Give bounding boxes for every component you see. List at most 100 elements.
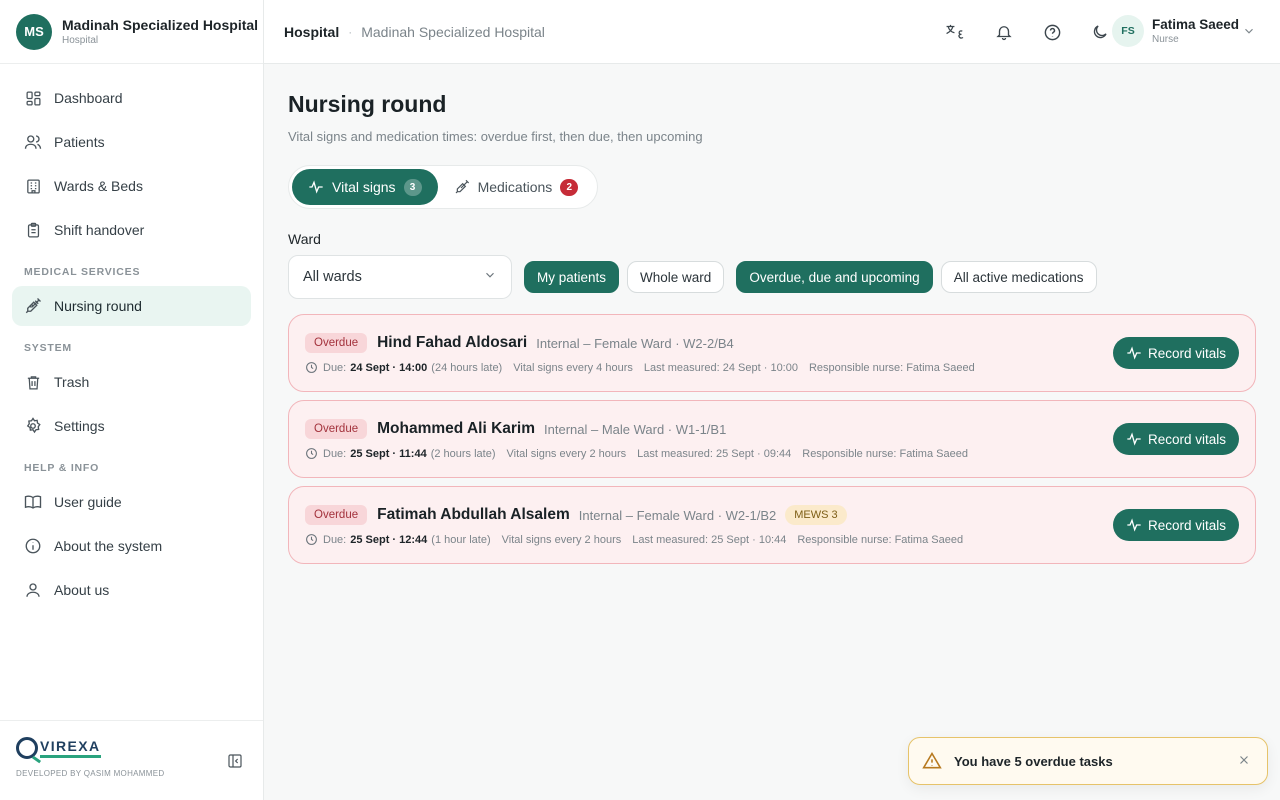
ward-label: Ward	[288, 231, 321, 247]
sidebar-item-patients[interactable]: Patients	[12, 122, 251, 162]
record-vitals-button[interactable]: Record vitals	[1112, 509, 1239, 541]
sidebar-item-shift-handover[interactable]: Shift handover	[12, 210, 251, 250]
sidebar-item-user-guide[interactable]: User guide	[12, 482, 251, 522]
user-role: Nurse	[1152, 34, 1179, 45]
brand-header[interactable]: MS Madinah Specialized Hospital Hospital	[0, 0, 263, 64]
user-icon	[24, 581, 42, 599]
patient-name[interactable]: Mohammed Ali Karim	[377, 420, 535, 438]
language-icon[interactable]	[944, 20, 968, 44]
task-card: Overdue Hind Fahad Aldosari Internal – F…	[288, 314, 1256, 392]
patient-location: Internal – Male Ward · W1-1/B1	[544, 421, 727, 437]
sidebar-item-wards-beds[interactable]: Wards & Beds	[12, 166, 251, 206]
avatar: FS	[1112, 15, 1144, 47]
sidebar-item-about-us[interactable]: About us	[12, 570, 251, 610]
building-icon	[24, 177, 42, 195]
filter-all-active-medications[interactable]: All active medications	[940, 261, 1097, 293]
sidebar-item-label: Patients	[54, 134, 105, 150]
filter-row: All wards My patients Whole ward Overdue…	[288, 255, 1256, 299]
brand-name: Madinah Specialized Hospital	[62, 17, 259, 33]
user-name: Fatima Saeed	[1152, 17, 1240, 32]
dashboard-icon	[24, 89, 42, 107]
virexa-wordmark: VIREXA	[40, 738, 101, 758]
responsible-nurse-text: Responsible nurse: Fatima Saeed	[797, 533, 964, 546]
book-icon	[24, 493, 42, 511]
frequency-text: Vital signs every 2 hours	[501, 533, 622, 546]
button-label: Record vitals	[1147, 431, 1226, 447]
ward-select[interactable]: All wards	[288, 255, 512, 299]
section-help-info: HELP & INFO	[24, 462, 100, 474]
section-medical-services: MEDICAL SERVICES	[24, 266, 141, 278]
filter-my-patients[interactable]: My patients	[524, 261, 620, 293]
tab-label: Medications	[477, 179, 553, 195]
filter-whole-ward[interactable]: Whole ward	[627, 261, 725, 293]
topbar: Hospital · Madinah Specialized Hospital …	[264, 0, 1280, 64]
patient-location: Internal – Female Ward · W2-2/B4	[536, 335, 734, 351]
sidebar-item-trash[interactable]: Trash	[12, 362, 251, 402]
last-measured-text: Last measured: 25 Sept · 10:44	[632, 533, 787, 546]
sidebar-item-about-system[interactable]: About the system	[12, 526, 251, 566]
status-badge: Overdue	[305, 419, 368, 439]
due-label: Due:	[323, 533, 347, 546]
syringe-icon	[24, 297, 42, 315]
task-card: Overdue Fatimah Abdullah Alsalem Interna…	[288, 486, 1256, 564]
sidebar-item-label: About the system	[54, 538, 163, 554]
sidebar-item-label: Dashboard	[54, 90, 123, 106]
status-badge: Overdue	[305, 333, 368, 353]
due-time: 24 Sept · 14:00	[350, 361, 428, 374]
sidebar-item-label: Nursing round	[54, 298, 142, 314]
help-icon[interactable]	[1040, 20, 1064, 44]
toast-message: You have 5 overdue tasks	[954, 753, 1113, 769]
patient-name[interactable]: Fatimah Abdullah Alsalem	[377, 506, 570, 524]
tab-label: Vital signs	[332, 179, 396, 195]
tab-count-badge: 2	[560, 178, 579, 196]
sidebar: MS Madinah Specialized Hospital Hospital…	[0, 0, 264, 800]
sidebar-item-dashboard[interactable]: Dashboard	[12, 78, 251, 118]
record-vitals-button[interactable]: Record vitals	[1112, 423, 1239, 455]
collapse-sidebar-icon[interactable]	[227, 753, 243, 769]
breadcrumb-root[interactable]: Hospital	[284, 24, 339, 40]
clipboard-icon	[24, 221, 42, 239]
user-menu[interactable]: FS Fatima Saeed Nurse	[1112, 15, 1256, 47]
moon-icon[interactable]	[1088, 20, 1112, 44]
patient-name[interactable]: Hind Fahad Aldosari	[377, 334, 527, 352]
virexa-q-mark	[16, 737, 38, 759]
last-measured-text: Last measured: 25 Sept · 09:44	[637, 447, 792, 460]
sidebar-item-label: User guide	[54, 494, 122, 510]
status-badge: Overdue	[305, 505, 368, 525]
info-icon	[24, 537, 42, 555]
breadcrumb-current: Madinah Specialized Hospital	[361, 23, 545, 40]
warning-icon	[922, 751, 942, 771]
main-content: Nursing round Vital signs and medication…	[288, 64, 1256, 572]
task-list: Overdue Hind Fahad Aldosari Internal – F…	[288, 314, 1256, 564]
due-time: 25 Sept · 11:44	[350, 447, 427, 460]
button-label: Record vitals	[1147, 517, 1226, 533]
sidebar-item-settings[interactable]: Settings	[12, 406, 251, 446]
late-text: (2 hours late)	[430, 447, 496, 460]
responsible-nurse-text: Responsible nurse: Fatima Saeed	[802, 447, 968, 460]
sidebar-item-label: Trash	[54, 374, 90, 390]
due-label: Due:	[323, 361, 347, 374]
tab-count-badge: 3	[403, 178, 422, 196]
bell-icon[interactable]	[992, 20, 1016, 44]
clock-icon	[305, 361, 318, 374]
sidebar-item-label: Wards & Beds	[54, 178, 143, 194]
due-time: 25 Sept · 12:44	[350, 533, 428, 546]
sidebar-item-label: Settings	[54, 418, 105, 434]
clock-icon	[305, 447, 318, 460]
sidebar-item-nursing-round[interactable]: Nursing round	[12, 286, 251, 326]
pulse-icon	[1126, 431, 1142, 447]
overdue-toast: You have 5 overdue tasks	[908, 737, 1268, 785]
close-icon[interactable]	[1237, 753, 1253, 769]
tab-medications[interactable]: Medications 2	[438, 169, 595, 205]
due-label: Due:	[323, 447, 347, 460]
virexa-logo: VIREXA	[16, 737, 247, 759]
sidebar-footer: VIREXA DEVELOPED BY QASIM MOHAMMED	[0, 720, 263, 800]
record-vitals-button[interactable]: Record vitals	[1112, 337, 1239, 369]
section-system: SYSTEM	[24, 342, 72, 354]
mews-badge: MEWS 3	[785, 505, 847, 525]
frequency-text: Vital signs every 4 hours	[513, 361, 633, 374]
developer-credit: DEVELOPED BY QASIM MOHAMMED	[16, 769, 165, 778]
filter-overdue-due-upcoming[interactable]: Overdue, due and upcoming	[736, 261, 933, 293]
tab-vital-signs[interactable]: Vital signs 3	[292, 169, 438, 205]
pulse-icon	[308, 179, 324, 195]
